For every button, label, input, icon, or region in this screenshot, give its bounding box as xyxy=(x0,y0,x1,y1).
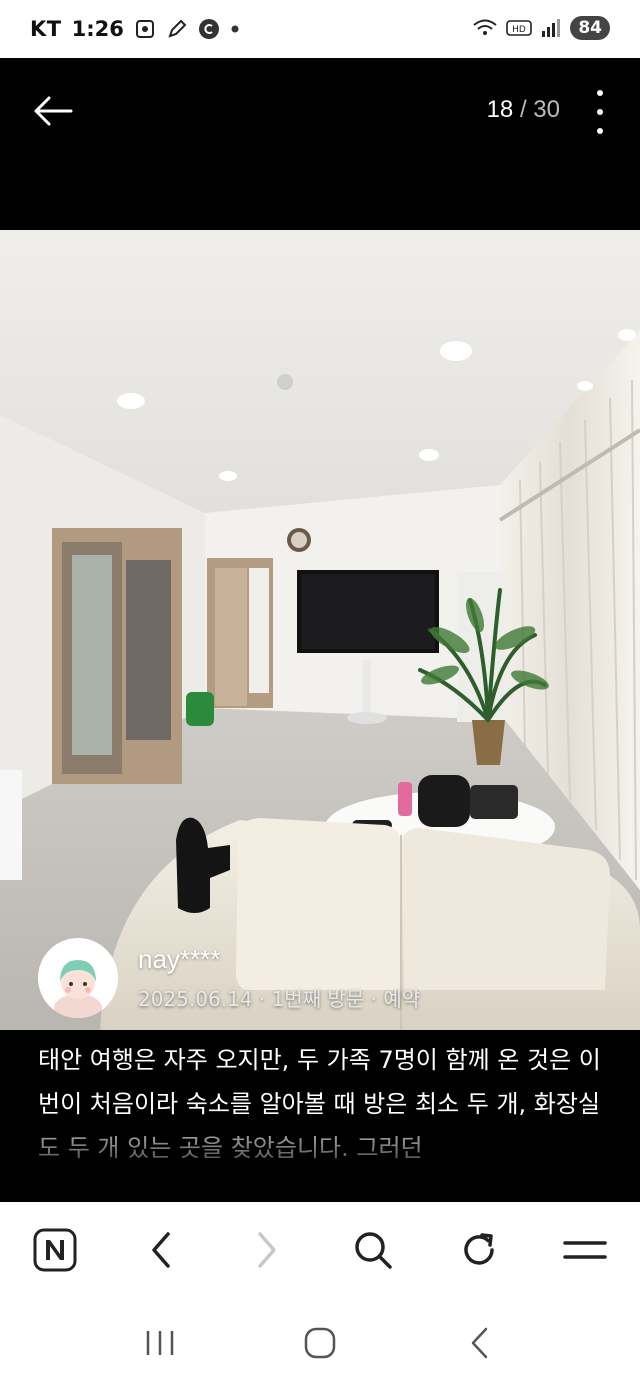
clock: 1:26 xyxy=(71,17,124,41)
system-back-button[interactable] xyxy=(450,1318,510,1368)
recent-apps-button[interactable] xyxy=(130,1318,190,1368)
notification-dot-icon xyxy=(230,24,240,34)
wifi-icon xyxy=(472,17,498,39)
search-button[interactable] xyxy=(348,1225,398,1275)
battery-indicator: 84 xyxy=(570,16,610,40)
home-icon xyxy=(304,1327,336,1358)
refresh-icon xyxy=(464,1233,494,1265)
back-arrow-icon xyxy=(152,1232,170,1268)
more-dot-icon xyxy=(597,128,603,134)
review-photo[interactable] xyxy=(0,230,640,1030)
reviewer-name[interactable]: nay**** xyxy=(138,944,420,975)
browser-toolbar xyxy=(0,1202,640,1298)
reviewer-info[interactable]: nay**** 2025.06.14 · 1번째 방문 · 예약 xyxy=(38,938,420,1018)
carrier-label: KT xyxy=(30,17,62,41)
counter-separator: / xyxy=(519,96,527,123)
back-button[interactable] xyxy=(30,88,76,134)
reviewer-text-block: nay**** 2025.06.14 · 1번째 방문 · 예약 xyxy=(138,944,420,1012)
room-photo-illustration xyxy=(0,230,640,1030)
total-count: 30 xyxy=(533,96,560,123)
current-index: 18 xyxy=(486,96,514,123)
photo-counter: 18 / 30 xyxy=(487,96,560,124)
more-dot-icon xyxy=(597,109,603,115)
back-icon xyxy=(471,1327,488,1358)
search-icon xyxy=(355,1232,392,1269)
review-fade-overlay xyxy=(0,1116,640,1202)
signal-icon xyxy=(540,17,562,39)
menu-icon xyxy=(563,1241,607,1259)
c-badge-icon xyxy=(198,18,220,40)
avatar-face-icon xyxy=(38,938,118,1018)
back-arrow-icon xyxy=(34,96,73,126)
svg-text:HD: HD xyxy=(512,25,526,35)
review-meta: 2025.06.14 · 1번째 방문 · 예약 xyxy=(138,987,421,1011)
pencil-icon xyxy=(166,18,188,40)
more-options-button[interactable] xyxy=(588,90,612,134)
status-bar: KT 1:26 HD 84 xyxy=(0,0,640,58)
hd-icon: HD xyxy=(506,17,533,39)
refresh-button[interactable] xyxy=(454,1225,504,1275)
more-dot-icon xyxy=(597,90,603,96)
browser-forward-button[interactable] xyxy=(242,1225,292,1275)
naver-home-icon xyxy=(33,1228,77,1272)
naver-home-button[interactable] xyxy=(30,1225,80,1275)
home-button[interactable] xyxy=(290,1318,350,1368)
review-text-area[interactable]: 태안 여행은 자주 오지만, 두 가족 7명이 함께 온 것은 이번이 처음이라… xyxy=(0,1030,640,1202)
screenshot-icon xyxy=(134,18,156,40)
avatar[interactable] xyxy=(38,938,118,1018)
browser-back-button[interactable] xyxy=(136,1225,186,1275)
status-right: HD 84 xyxy=(472,16,610,40)
android-nav-bar xyxy=(0,1298,640,1387)
menu-button[interactable] xyxy=(560,1225,610,1275)
forward-arrow-icon xyxy=(258,1232,276,1268)
viewer-top-bar: 18 / 30 xyxy=(0,58,640,230)
recent-apps-icon xyxy=(146,1330,174,1355)
status-left: KT 1:26 xyxy=(30,17,240,41)
